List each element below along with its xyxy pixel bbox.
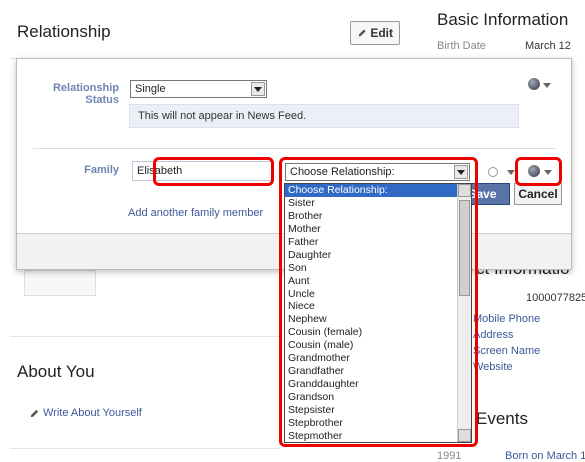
bottom-divider [10, 448, 280, 449]
dropdown-option[interactable]: Stepbrother [285, 417, 471, 430]
contact-website[interactable]: Website [473, 361, 513, 373]
caret-down-icon[interactable] [543, 83, 551, 88]
dropdown-option[interactable]: Grandmother [285, 352, 471, 365]
basic-info-title: Basic Information [437, 10, 569, 29]
edit-button[interactable]: Edit [350, 21, 400, 45]
contact-address[interactable]: Address [473, 329, 513, 341]
dropdown-option[interactable]: Brother [285, 210, 471, 223]
pencil-icon [358, 29, 366, 37]
family-name-highlight [153, 157, 274, 186]
dropdown-option[interactable]: Niece [285, 300, 471, 313]
dropdown-option[interactable]: Son [285, 262, 471, 275]
scroll-down-icon[interactable] [458, 429, 471, 442]
dropdown-scrollbar[interactable] [457, 184, 471, 442]
contact-screen-name[interactable]: Screen Name [473, 345, 540, 357]
relationship-status-label: Relationship Status [52, 82, 119, 106]
dropdown-option[interactable]: Cousin (female) [285, 326, 471, 339]
relationship-title: Relationship [17, 22, 111, 41]
modal-divider [33, 148, 555, 149]
privacy-highlight [515, 157, 562, 186]
chevron-down-icon [251, 82, 265, 96]
cancel-button[interactable]: Cancel [514, 183, 562, 205]
dropdown-option[interactable]: Stepmother [285, 430, 471, 442]
scroll-thumb[interactable] [459, 200, 470, 296]
dropdown-option[interactable]: Choose Relationship: [285, 184, 471, 197]
event-born[interactable]: Born on March 1 [505, 450, 585, 462]
dropdown-option[interactable]: Granddaughter [285, 378, 471, 391]
dropdown-option[interactable]: Father [285, 236, 471, 249]
edit-label: Edit [370, 26, 393, 40]
birth-date-value: March 12 [525, 40, 571, 52]
dropdown-option[interactable]: Nephew [285, 313, 471, 326]
dropdown-option[interactable]: Grandson [285, 391, 471, 404]
relationship-status-value: Single [135, 83, 166, 95]
caret-down-icon[interactable] [507, 170, 515, 175]
pencil-icon [30, 409, 39, 417]
event-year: 1991 [437, 450, 462, 462]
relationship-dropdown-list[interactable]: Choose Relationship: Sister Brother Mother F… [284, 183, 472, 443]
add-family-link[interactable]: Add another family member [128, 207, 263, 219]
family-label: Family [84, 164, 119, 176]
write-about-label: Write About Yourself [43, 407, 142, 419]
radio-button[interactable] [488, 167, 498, 177]
dropdown-option[interactable]: Grandfather [285, 365, 471, 378]
dropdown-option[interactable]: Daughter [285, 249, 471, 262]
dropdown-option[interactable]: Mother [285, 223, 471, 236]
profile-thumb [24, 270, 96, 296]
write-about-link[interactable]: Write About Yourself [29, 407, 142, 419]
about-you-title: About You [17, 362, 95, 381]
dropdown-option[interactable]: Sister [285, 197, 471, 210]
events-title: Events [476, 409, 528, 428]
dropdown-option[interactable]: Aunt [285, 275, 471, 288]
contact-mobile-phone[interactable]: Mobile Phone [473, 313, 540, 325]
mid-divider [10, 336, 280, 337]
dropdown-option[interactable]: Cousin (male) [285, 339, 471, 352]
globe-icon[interactable] [528, 78, 540, 90]
dropdown-option[interactable]: Uncle [285, 288, 471, 301]
status-note: This will not appear in News Feed. [129, 104, 519, 128]
scroll-up-icon[interactable] [458, 184, 471, 197]
user-id: 1000077825 [526, 292, 585, 304]
dropdown-option[interactable]: Stepsister [285, 404, 471, 417]
relationship-status-select[interactable]: Single [130, 80, 267, 98]
birth-date-label: Birth Date [437, 40, 486, 52]
